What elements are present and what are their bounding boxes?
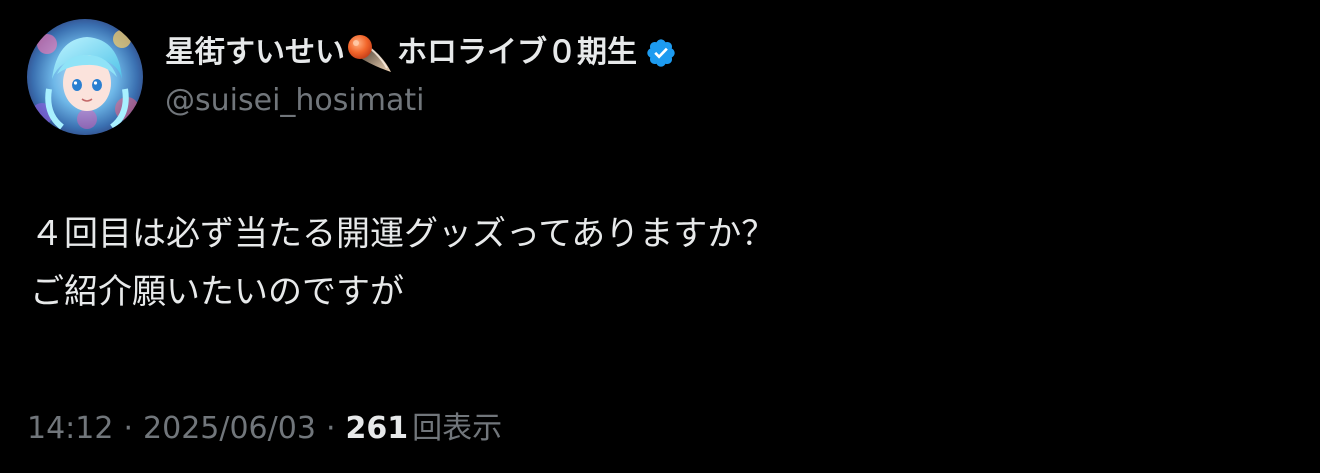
tweet-text: ４回目は必ず当たる開運グッズってありますか？ ご紹介願いたいのですが — [30, 214, 776, 312]
tweet-card: 星街すいせい ホロライブ０期生 @suisei_hosimati ４回目は必ず当… — [0, 0, 1320, 473]
verified-icon[interactable] — [645, 37, 677, 69]
meta-separator: · — [123, 411, 134, 446]
name-suffix: ホロライブ０期生 — [397, 35, 637, 70]
comet-icon — [343, 30, 395, 76]
tweet-date[interactable]: 2025/06/03 — [143, 408, 316, 450]
avatar[interactable] — [27, 19, 143, 135]
avatar-image — [27, 19, 143, 135]
views-label: 回表示 — [412, 411, 503, 446]
author-handle[interactable]: @suisei_hosimati — [165, 80, 424, 122]
tweet-time[interactable]: 14:12 — [27, 408, 113, 450]
display-name-row[interactable]: 星街すいせい ホロライブ０期生 — [165, 30, 677, 76]
views-count: 261 — [345, 411, 409, 446]
meta-separator: · — [325, 411, 336, 446]
display-name: 星街すいせい — [165, 35, 345, 70]
tweet-meta: 14:12 · 2025/06/03 · 261 回表示 — [27, 408, 502, 450]
